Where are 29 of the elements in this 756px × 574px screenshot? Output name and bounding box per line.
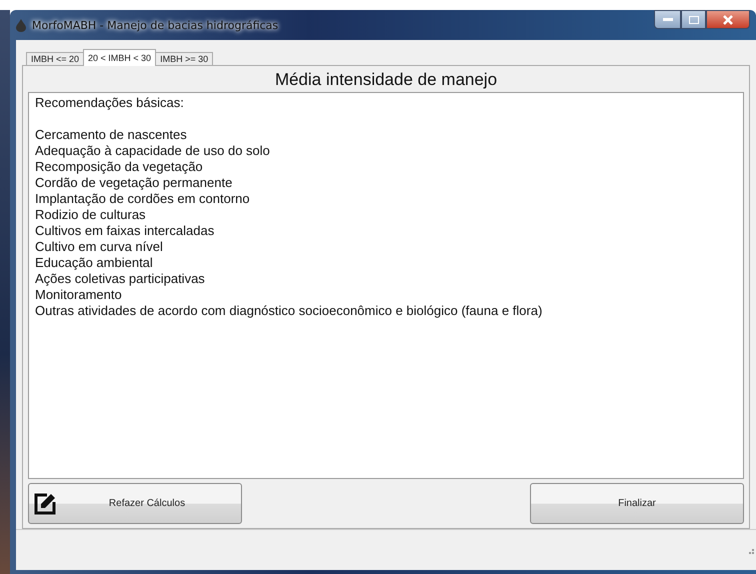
resize-grip-icon <box>746 546 754 554</box>
text-line: Outras atividades de acordo com diagnóstico socioeconômico e biológico (fauna e flora) <box>35 303 544 319</box>
maximize-button[interactable] <box>681 10 706 29</box>
edit-icon <box>33 492 57 516</box>
drop-icon <box>16 18 26 32</box>
close-button[interactable] <box>706 10 750 29</box>
close-icon <box>723 14 733 24</box>
tab[interactable]: 20 < IMBH < 30 <box>83 49 156 66</box>
recalculate-button[interactable]: Refazer Cálculos <box>28 483 242 524</box>
text-line: Adequação à capacidade de uso do solo <box>35 143 271 159</box>
tab[interactable]: IMBH <= 20 <box>26 52 84 66</box>
panel-heading: Média intensidade de manejo <box>274 69 498 91</box>
text-line: Recomposição da vegetação <box>35 159 204 175</box>
window-title: MorfoMABH - Manejo de bacias hidrográficas <box>32 18 278 32</box>
text-line: Rodizio de culturas <box>35 207 147 223</box>
text-line: Cultivos em faixas intercaladas <box>35 223 216 239</box>
text-line: Cultivo em curva nível <box>35 239 164 255</box>
tab[interactable]: IMBH >= 30 <box>155 52 214 66</box>
text-line: Recomendações básicas: <box>35 95 185 111</box>
text-line: Educação ambiental <box>35 255 154 271</box>
text-line: Cercamento de nascentes <box>35 127 188 143</box>
finish-button[interactable]: Finalizar <box>530 483 744 524</box>
text-line: Cordão de vegetação permanente <box>35 175 234 191</box>
text-line: Implantação de cordões em contorno <box>35 191 251 207</box>
text-line: Monitoramento <box>35 287 123 303</box>
minimize-icon <box>662 18 672 22</box>
minimize-button[interactable] <box>654 10 681 29</box>
text-line: Ações coletivas participativas <box>35 271 206 287</box>
maximize-icon <box>688 16 698 24</box>
